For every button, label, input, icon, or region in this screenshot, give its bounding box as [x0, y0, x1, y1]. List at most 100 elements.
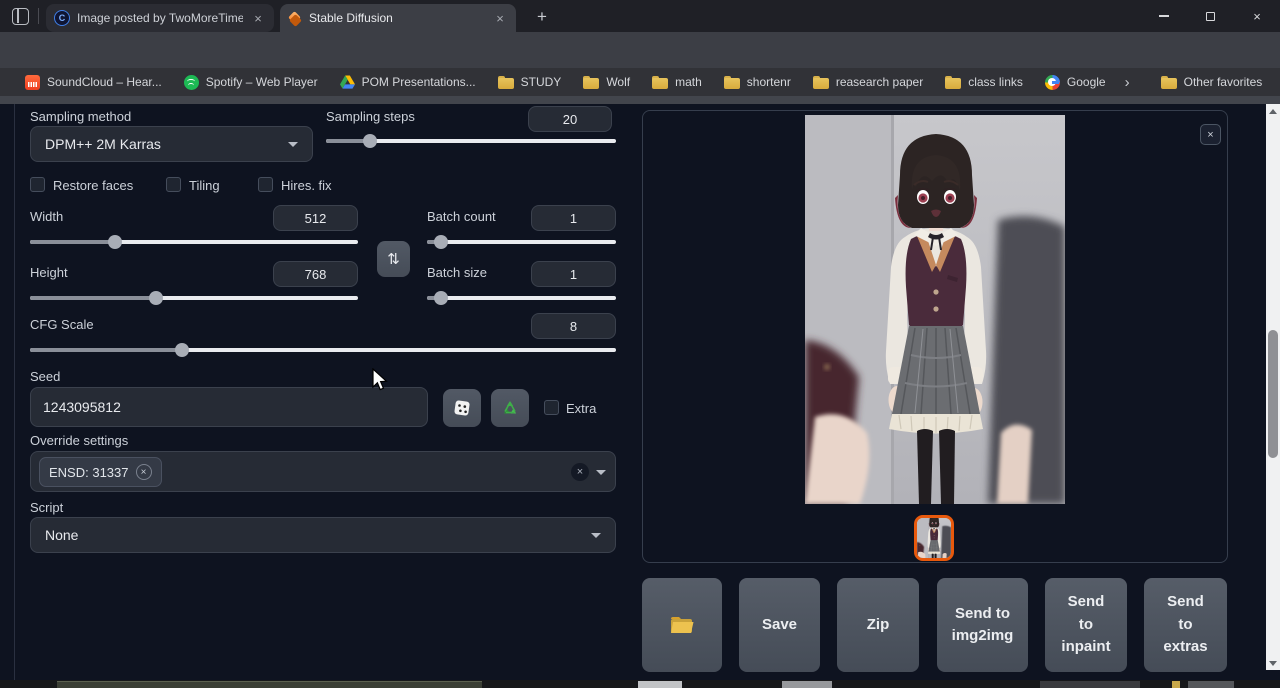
restore-faces-checkbox[interactable]	[30, 177, 45, 192]
civitai-icon: C	[54, 10, 70, 26]
new-tab-button[interactable]: +	[530, 5, 554, 29]
batch-count-label: Batch count	[427, 209, 496, 224]
bookmark-folder-study[interactable]: STUDY	[487, 70, 573, 94]
browser-tab-stable-diffusion[interactable]: Stable Diffusion ×	[280, 4, 516, 32]
folder-icon	[670, 616, 694, 634]
batch-count-slider[interactable]	[427, 235, 616, 249]
override-settings-label: Override settings	[30, 433, 128, 448]
dice-icon	[453, 399, 471, 417]
cfg-scale-slider[interactable]	[30, 343, 616, 357]
output-gallery-panel: ×	[642, 110, 1228, 563]
width-label: Width	[30, 209, 63, 224]
seed-input[interactable]	[30, 387, 428, 427]
chevron-down-icon	[288, 142, 298, 147]
folder-icon	[498, 76, 514, 89]
folder-icon	[945, 76, 961, 89]
width-input[interactable]	[273, 205, 358, 231]
tab-close-icon[interactable]: ×	[492, 11, 508, 26]
browser-toolbar: i 127.0.0.1:7860 A ☆ O » IA AD S Y M ☆ •…	[0, 32, 1280, 68]
bookmark-other-favorites[interactable]: Other favorites	[1150, 70, 1274, 94]
random-seed-button[interactable]	[443, 389, 481, 427]
send-to-extras-button[interactable]: Send to extras	[1144, 578, 1227, 672]
sampling-method-dropdown[interactable]: DPM++ 2M Karras	[30, 126, 313, 162]
hires-fix-checkbox[interactable]	[258, 177, 273, 192]
batch-size-slider[interactable]	[427, 291, 616, 305]
height-slider[interactable]	[30, 291, 358, 305]
titlebar-divider	[38, 8, 39, 24]
scroll-up-arrow[interactable]	[1266, 104, 1280, 118]
chip-remove-icon[interactable]: ×	[136, 464, 152, 480]
gallery-thumbnail-selected[interactable]	[914, 515, 954, 561]
script-label: Script	[30, 500, 63, 515]
taskbar-search-edge	[57, 681, 482, 688]
thumbnail-image	[917, 518, 951, 558]
send-to-inpaint-button[interactable]: Send to inpaint	[1045, 578, 1127, 672]
bookmark-soundcloud[interactable]: SoundCloud – Hear...	[14, 70, 173, 94]
bookmark-folder-reasearch-paper[interactable]: reasearch paper	[802, 70, 934, 94]
scroll-down-arrow[interactable]	[1266, 656, 1280, 670]
restore-faces-label: Restore faces	[53, 178, 133, 193]
bookmarks-overflow-icon[interactable]: ›	[1117, 74, 1138, 91]
window-minimize-button[interactable]	[1141, 0, 1187, 32]
batch-size-label: Batch size	[427, 265, 487, 280]
folder-icon	[583, 76, 599, 89]
height-input[interactable]	[273, 261, 358, 287]
panel-left-border	[14, 104, 15, 680]
tab-close-icon[interactable]: ×	[250, 11, 266, 26]
bookmark-spotify[interactable]: Spotify – Web Player	[173, 70, 329, 94]
bookmark-folder-class-links[interactable]: class links	[934, 70, 1034, 94]
bookmark-google[interactable]: Google	[1034, 70, 1117, 94]
generated-image[interactable]	[805, 115, 1065, 504]
cfg-scale-input[interactable]	[531, 313, 616, 339]
bookmarks-bar: SoundCloud – Hear... Spotify – Web Playe…	[0, 68, 1280, 96]
swap-dimensions-button[interactable]: ⇅	[377, 241, 410, 277]
spotify-icon	[184, 75, 199, 90]
browser-tab-civitai[interactable]: C Image posted by TwoMoreTimes ×	[46, 4, 274, 32]
gallery-close-button[interactable]: ×	[1200, 124, 1221, 145]
send-to-img2img-button[interactable]: Send to img2img	[937, 578, 1028, 672]
extra-seed-label: Extra	[566, 401, 596, 416]
cfg-scale-label: CFG Scale	[30, 317, 94, 332]
batch-size-input[interactable]	[531, 261, 616, 287]
stable-diffusion-icon	[288, 11, 302, 25]
script-dropdown[interactable]: None	[30, 517, 616, 553]
width-slider[interactable]	[30, 235, 358, 249]
taskbar-sliver	[0, 680, 1280, 688]
sampling-method-label: Sampling method	[30, 109, 131, 124]
taskbar-tray-edge	[1040, 681, 1140, 688]
taskbar-icon-edge	[782, 681, 832, 688]
extra-seed-checkbox[interactable]	[544, 400, 559, 415]
folder-icon	[813, 76, 829, 89]
tiling-checkbox[interactable]	[166, 177, 181, 192]
soundcloud-icon	[25, 75, 40, 90]
recycle-icon	[500, 398, 520, 418]
bookmark-pom-presentations[interactable]: POM Presentations...	[329, 70, 487, 94]
reuse-seed-button[interactable]	[491, 389, 529, 427]
chrome-page-divider	[0, 96, 1280, 104]
tiling-label: Tiling	[189, 178, 220, 193]
tab-title: Stable Diffusion	[309, 11, 485, 25]
scrollbar-thumb[interactable]	[1268, 330, 1278, 458]
override-settings-box[interactable]: ENSD: 31337 × ×	[30, 451, 616, 492]
hires-fix-label: Hires. fix	[281, 178, 332, 193]
sampling-steps-input[interactable]	[528, 106, 612, 132]
open-folder-button[interactable]	[642, 578, 722, 672]
tab-actions-icon[interactable]	[12, 8, 29, 25]
folder-icon	[1161, 76, 1177, 89]
save-button[interactable]: Save	[739, 578, 820, 672]
batch-count-input[interactable]	[531, 205, 616, 231]
override-clear-icon[interactable]: ×	[571, 463, 589, 481]
window-maximize-button[interactable]	[1187, 0, 1233, 32]
sampling-steps-slider[interactable]	[326, 134, 616, 148]
chevron-down-icon[interactable]	[596, 470, 606, 475]
folder-icon	[724, 76, 740, 89]
page-scrollbar[interactable]	[1266, 104, 1280, 670]
override-chip-ensd[interactable]: ENSD: 31337 ×	[39, 457, 162, 487]
bookmark-folder-wolf[interactable]: Wolf	[572, 70, 641, 94]
bookmark-folder-shortenr[interactable]: shortenr	[713, 70, 802, 94]
seed-label: Seed	[30, 369, 60, 384]
bookmark-folder-math[interactable]: math	[641, 70, 713, 94]
zip-button[interactable]: Zip	[837, 578, 919, 672]
taskbar-clock-edge	[1188, 681, 1234, 688]
window-close-button[interactable]: ×	[1234, 0, 1280, 32]
